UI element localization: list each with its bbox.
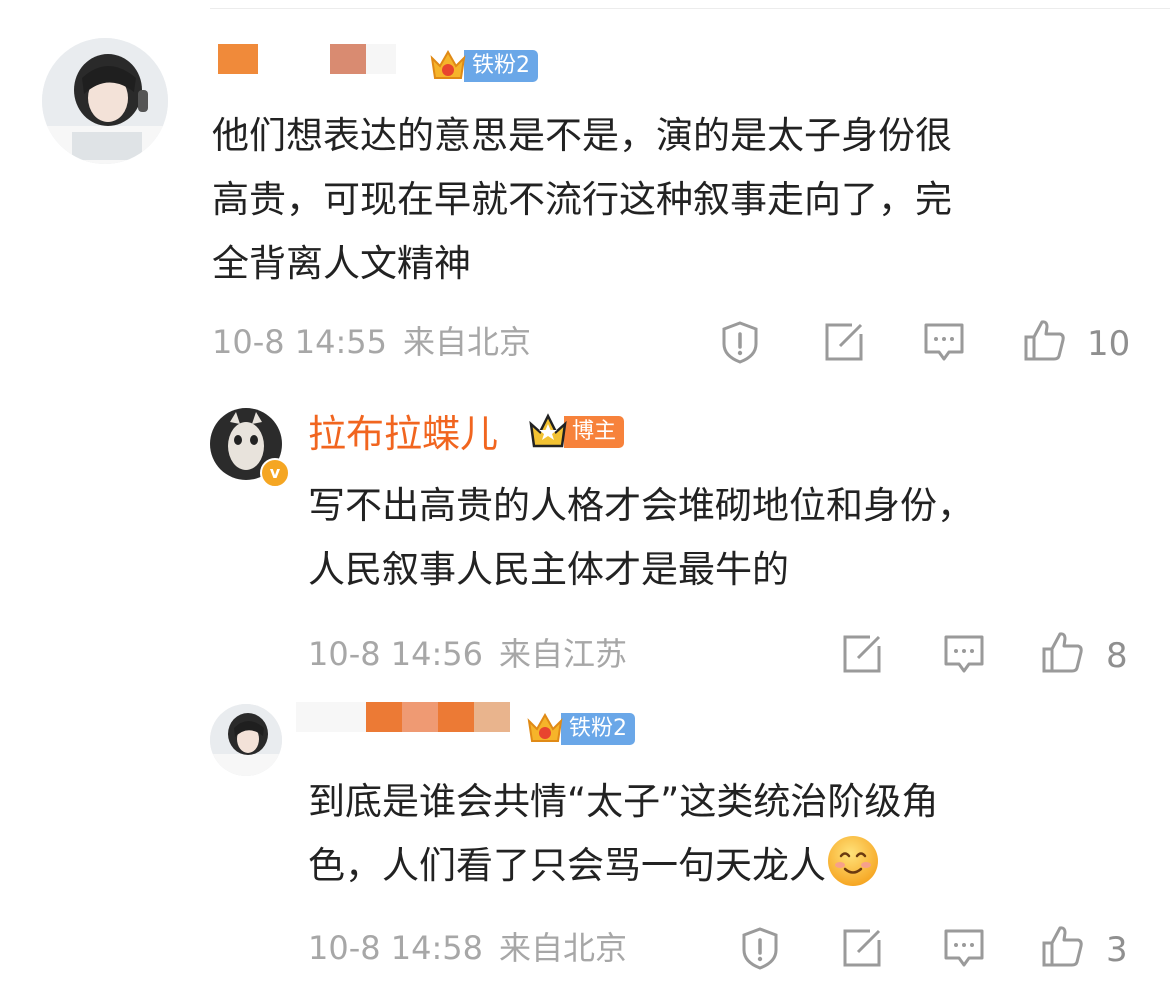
username-blurred[interactable] [218,44,396,74]
avatar[interactable] [210,704,282,776]
crown-icon [430,49,466,79]
fan-badge: 铁粉2 [428,49,538,82]
crown-icon [529,413,567,448]
crown-icon [527,712,563,742]
like-icon[interactable] [1022,318,1066,362]
report-icon[interactable] [718,320,762,364]
report-icon[interactable] [738,926,782,970]
comment-time: 10-8 14:56 [308,635,484,673]
fan-badge: 铁粉2 [525,712,635,745]
comment-meta: 10-8 14:58 来自北京 [308,928,627,968]
comment-location: 来自江苏 [499,635,628,673]
comment-location: 来自北京 [499,929,628,967]
comment-text: 他们想表达的意思是不是，演的是太子身份很 高贵，可现在早就不流行这种叙事走向了，… [212,114,952,285]
smiling-face-icon [828,836,878,886]
comment-location: 来自北京 [403,323,532,361]
like-count: 3 [1106,930,1128,970]
like-count: 10 [1087,324,1131,364]
like-count: 8 [1106,636,1128,676]
top-divider [210,8,1170,9]
comment-text: 写不出高贵的人格才会堆砌地位和身份， 人民叙事人民主体才是最牛的 [308,484,974,591]
username[interactable]: 拉布拉蝶儿 [308,412,498,456]
comment-text: 到底是谁会共情“太子”这类统治阶级角 色，人们看了只会骂一句天龙人 [308,780,939,887]
comment-meta: 10-8 14:56 来自江苏 [308,634,627,674]
avatar[interactable] [42,38,168,164]
host-badge: 博主 [528,413,625,448]
verified-badge-icon: v [260,458,290,488]
reply-icon[interactable] [922,320,966,364]
username-blurred[interactable] [296,702,510,732]
reply-icon[interactable] [942,926,986,970]
comment-time: 10-8 14:58 [308,929,484,967]
comment-meta: 10-8 14:55 来自北京 [212,322,531,362]
comment-time: 10-8 14:55 [212,323,388,361]
like-icon[interactable] [1040,630,1084,674]
repost-icon[interactable] [840,632,884,676]
repost-icon[interactable] [822,320,866,364]
reply-icon[interactable] [942,632,986,676]
repost-icon[interactable] [840,926,884,970]
like-icon[interactable] [1040,924,1084,968]
